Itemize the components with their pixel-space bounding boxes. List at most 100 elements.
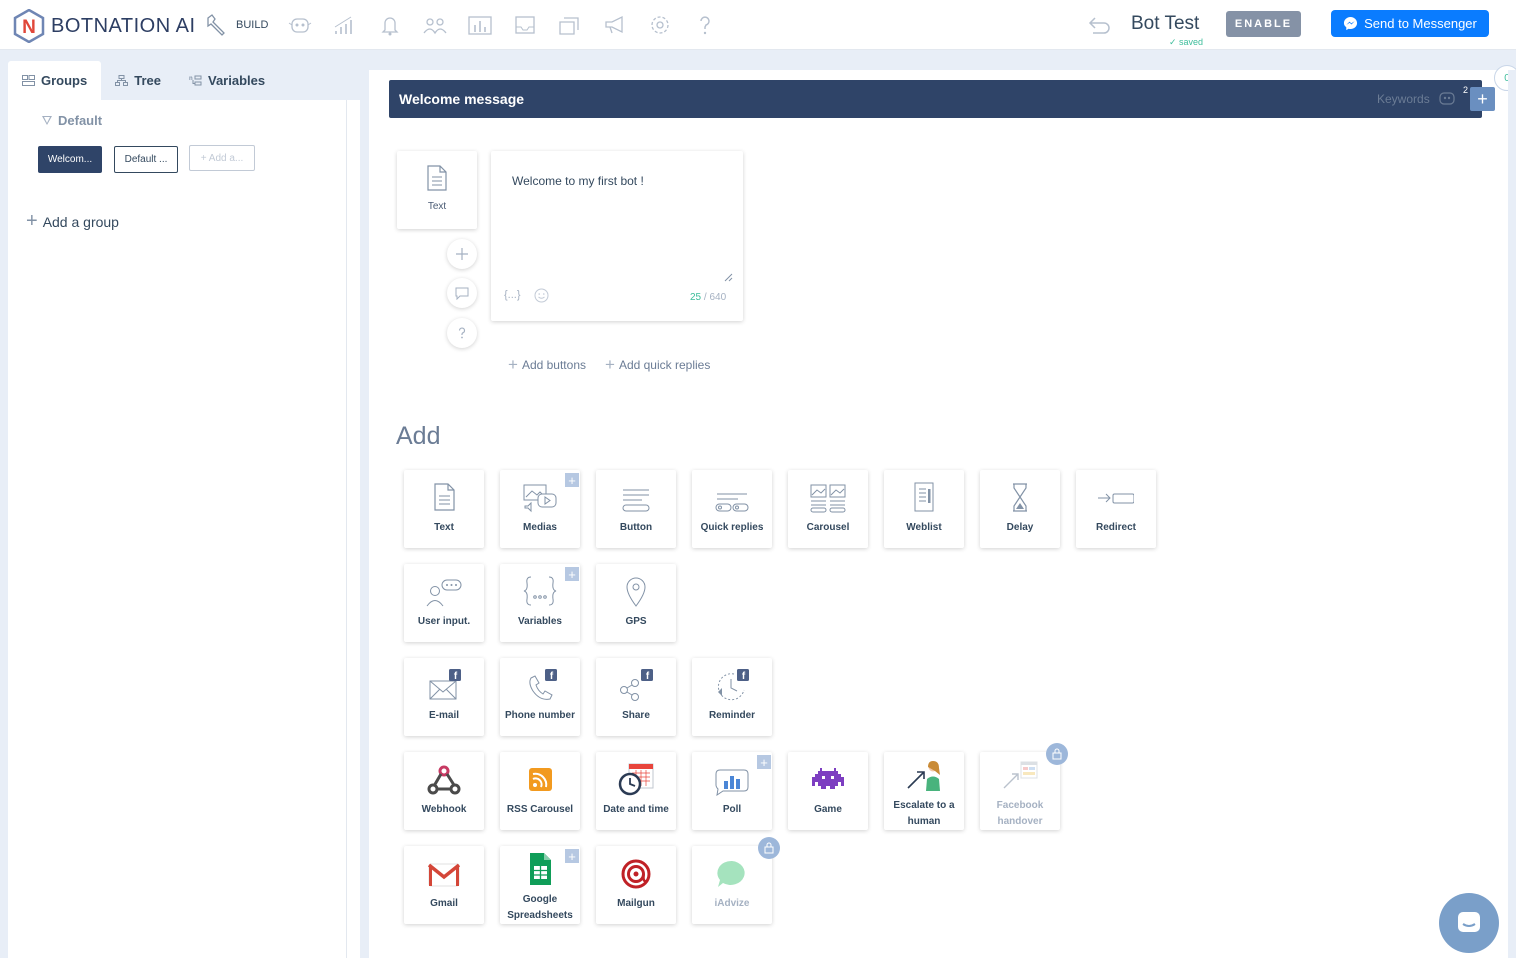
tile-medias[interactable]: Medias + xyxy=(500,470,580,548)
tile-mailgun[interactable]: Mailgun xyxy=(596,846,676,924)
tab-variables[interactable]: n Variables xyxy=(175,61,279,100)
message-card[interactable]: Welcome to my first bot ! {...} 25 / 640 xyxy=(491,151,743,321)
add-quick-replies-link[interactable]: + Add quick replies xyxy=(605,355,710,375)
send-to-messenger-button[interactable]: Send to Messenger xyxy=(1331,10,1489,37)
tile-plus-badge[interactable]: + xyxy=(757,755,771,769)
keywords-label[interactable]: Keywords xyxy=(1377,92,1430,106)
insert-variable-button[interactable]: {...} xyxy=(504,289,521,301)
mailgun-icon xyxy=(621,859,651,889)
group-default[interactable]: Default xyxy=(42,113,102,128)
messenger-icon xyxy=(1344,16,1358,31)
help-button[interactable] xyxy=(447,318,477,348)
tile-facebook-handover[interactable]: Facebook handover xyxy=(980,752,1060,830)
collapse-triangle-icon[interactable] xyxy=(42,116,52,125)
block-title[interactable]: Welcome message xyxy=(399,91,524,107)
tile-date-and-time[interactable]: Date and time xyxy=(596,752,676,830)
email-icon: f xyxy=(429,669,461,700)
hourglass-icon xyxy=(1013,483,1027,512)
keywords-robot-icon[interactable] xyxy=(1437,88,1457,108)
content-type-text[interactable]: Text xyxy=(397,151,477,229)
comment-button[interactable] xyxy=(447,278,477,308)
tile-webhook[interactable]: Webhook xyxy=(404,752,484,830)
nav-persona[interactable] xyxy=(287,13,313,37)
tile-button[interactable]: Button xyxy=(596,470,676,548)
gmail-icon xyxy=(427,863,461,887)
resize-handle-icon[interactable] xyxy=(723,272,733,282)
tile-escalate-human[interactable]: Escalate to a human xyxy=(884,752,964,830)
tile-text[interactable]: Text xyxy=(404,470,484,548)
bot-name[interactable]: Bot Test xyxy=(1131,13,1199,35)
block-welcome[interactable]: Welcom... xyxy=(38,146,102,173)
megaphone-icon xyxy=(605,15,624,34)
document-icon xyxy=(427,165,447,191)
lock-icon xyxy=(758,837,780,859)
nav-broadcast[interactable] xyxy=(602,13,628,37)
tile-reminder[interactable]: f Reminder xyxy=(692,658,772,736)
add-keyword-button[interactable]: + xyxy=(1470,87,1495,111)
tile-iadvize[interactable]: iAdvize xyxy=(692,846,772,924)
tile-redirect[interactable]: Redirect xyxy=(1076,470,1156,548)
nav-templates[interactable] xyxy=(557,13,583,37)
main-scrollbar[interactable] xyxy=(1508,70,1516,958)
reminder-icon: f xyxy=(717,669,749,701)
nav-notifications[interactable] xyxy=(377,13,403,37)
poll-icon xyxy=(715,769,749,796)
botnation-logo[interactable]: N BOTNATION AI xyxy=(13,9,196,43)
tile-quick-replies[interactable]: Quick replies xyxy=(692,470,772,548)
tile-plus-badge[interactable]: + xyxy=(565,567,579,581)
tile-poll[interactable]: Poll + xyxy=(692,752,772,830)
logo-hexagon-icon: N xyxy=(13,9,45,43)
tile-share[interactable]: f Share xyxy=(596,658,676,736)
nav-help[interactable] xyxy=(692,13,718,37)
button-icon xyxy=(622,489,650,512)
nav-users[interactable] xyxy=(422,13,448,37)
add-buttons-link[interactable]: + Add buttons xyxy=(508,355,586,375)
user-input-icon xyxy=(426,579,462,607)
tile-delay[interactable]: Delay xyxy=(980,470,1060,548)
tile-rss-carousel[interactable]: RSS Carousel xyxy=(500,752,580,830)
undo-icon[interactable] xyxy=(1087,14,1111,36)
tile-weblist[interactable]: Weblist xyxy=(884,470,964,548)
handover-icon xyxy=(1003,761,1038,789)
enable-button[interactable]: ENABLE xyxy=(1226,11,1301,37)
add-block-button[interactable]: + Add a... xyxy=(189,145,255,171)
tile-plus-badge[interactable]: + xyxy=(565,849,579,863)
tile-carousel[interactable]: Carousel xyxy=(788,470,868,548)
message-textarea[interactable]: Welcome to my first bot ! xyxy=(512,174,644,188)
left-tabs: Groups Tree n Variables xyxy=(8,61,279,100)
nav-inbox[interactable] xyxy=(512,13,538,37)
inbox-icon xyxy=(515,16,536,34)
tile-gps[interactable]: GPS xyxy=(596,564,676,642)
nav-analytics[interactable] xyxy=(332,13,358,37)
tile-phone-number[interactable]: f Phone number xyxy=(500,658,580,736)
tile-email[interactable]: f E-mail xyxy=(404,658,484,736)
support-chat-button[interactable] xyxy=(1439,893,1499,953)
char-counter: 25 / 640 xyxy=(690,292,727,303)
emoji-icon[interactable] xyxy=(534,288,549,303)
tab-groups[interactable]: Groups xyxy=(8,61,102,100)
block-header: Welcome message Keywords 2 + 0 xyxy=(389,65,1516,118)
left-scrollbar[interactable] xyxy=(346,100,360,958)
groups-panel: Default Welcom... Default ... + Add a...… xyxy=(8,100,346,958)
variables-icon xyxy=(523,576,557,606)
tile-gmail[interactable]: Gmail xyxy=(404,846,484,924)
add-group-button[interactable]: + Add a group xyxy=(26,210,119,233)
medias-icon xyxy=(523,484,557,513)
tile-variables[interactable]: Variables + xyxy=(500,564,580,642)
webhook-icon xyxy=(427,765,461,795)
spreadsheet-icon xyxy=(530,853,551,885)
block-editor: Welcome message Keywords 2 + 0 Text Welc… xyxy=(369,65,1516,958)
block-default[interactable]: Default ... xyxy=(114,146,178,173)
nav-build[interactable]: BUILD xyxy=(204,13,268,37)
tile-google-spreadsheets[interactable]: Google Spreadsheets + xyxy=(500,846,580,924)
map-pin-icon xyxy=(626,577,646,607)
tile-plus-badge[interactable]: + xyxy=(565,473,579,487)
nav-settings[interactable] xyxy=(647,13,673,37)
tab-tree[interactable]: Tree xyxy=(101,61,175,100)
weblist-icon xyxy=(914,482,934,512)
tile-game[interactable]: Game xyxy=(788,752,868,830)
add-content-button[interactable] xyxy=(447,239,477,269)
redirect-icon xyxy=(1098,493,1134,504)
tile-user-input[interactable]: User input. xyxy=(404,564,484,642)
nav-stats[interactable] xyxy=(467,13,493,37)
